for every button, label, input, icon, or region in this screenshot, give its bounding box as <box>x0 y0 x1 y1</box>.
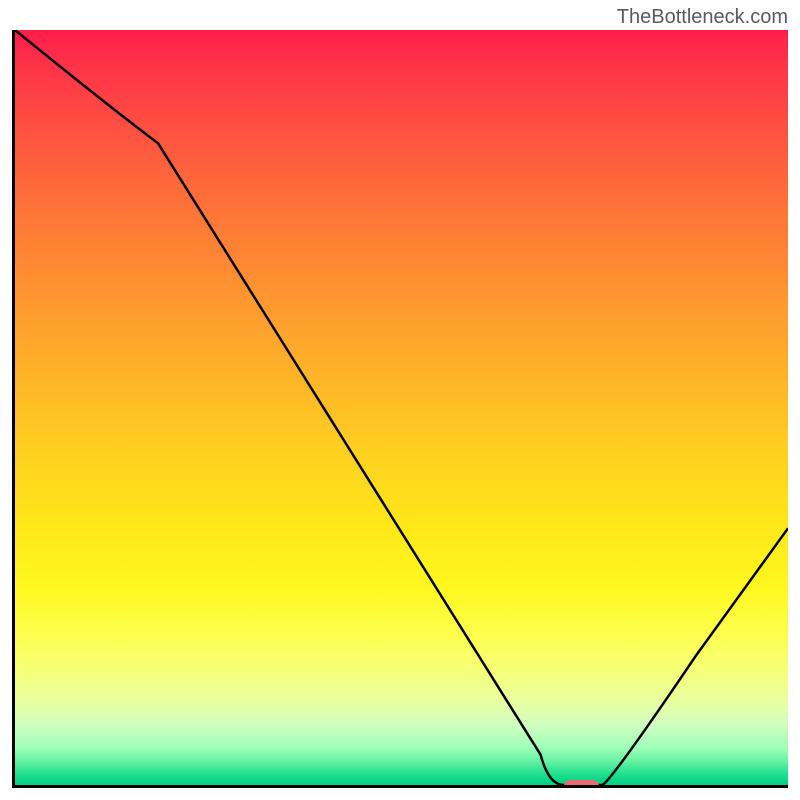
bottleneck-curve <box>15 30 788 785</box>
watermark-text: TheBottleneck.com <box>617 6 788 29</box>
plot-area <box>12 30 788 788</box>
chart-container <box>12 30 788 788</box>
optimal-marker <box>564 780 599 788</box>
curve-svg <box>15 30 788 785</box>
